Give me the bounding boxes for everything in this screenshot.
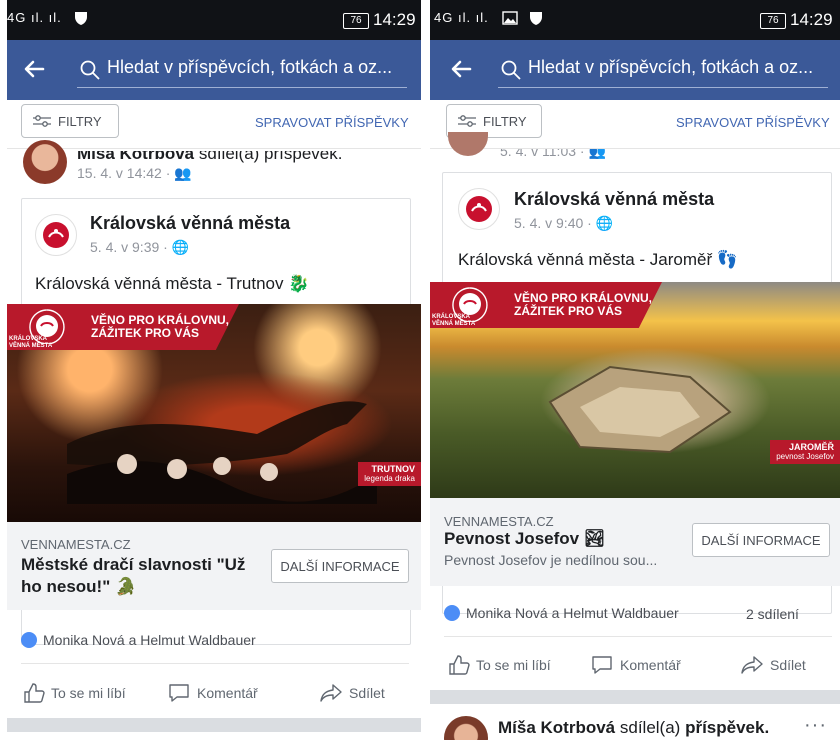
back-arrow-icon[interactable] [21, 56, 47, 82]
sliders-icon [458, 115, 476, 127]
dragon-emoji-icon: 🐊 [115, 577, 137, 596]
brand-label: KRÁLOVSKÁ VĚNNÁ MĚSTA [9, 336, 53, 349]
link-domain: VENNAMESTA.CZ [444, 514, 554, 529]
promo-banner: KRÁLOVSKÁ VĚNNÁ MĚSTA VĚNO PRO KRÁLOVNU, Z… [7, 304, 239, 350]
like-badge-icon [444, 605, 460, 621]
divider [21, 663, 409, 664]
sliders-icon [33, 115, 51, 127]
divider [444, 636, 832, 637]
banner-tagline: VĚNO PRO KRÁLOVNU, ZÁŽITEK PRO VÁS [91, 313, 230, 340]
globe-icon: 🌐 [595, 215, 614, 231]
search-header: Hledat v příspěvcích, fotkách a oz... [7, 40, 421, 100]
clock: 14:29 [373, 10, 416, 29]
post-meta: 5. 4. v 9:40 · 🌐 [514, 215, 614, 231]
post-text: Královská věnná města - Trutnov 🐉 [35, 274, 310, 293]
network-indicator: 4G ıl. ıl. [7, 10, 62, 25]
comment-button[interactable]: Komentář [590, 654, 681, 676]
left-phone-screen: 4G ıl. ıl. 76 14:29 Hledat v příspěvcích… [7, 0, 421, 740]
search-icon [501, 60, 521, 80]
fortress-figure-icon [548, 365, 732, 454]
search-icon [80, 60, 100, 80]
location-tag: TRUTNOV legenda draka [358, 462, 421, 486]
sharer-meta: 15. 4. v 14:42 · 👥 [77, 165, 192, 181]
sharer-avatar[interactable] [448, 132, 488, 156]
dragon-figure-icon [67, 401, 377, 504]
comment-icon [592, 656, 612, 674]
like-button[interactable]: To se mi líbí [448, 654, 551, 676]
thumbs-up-icon [24, 683, 45, 703]
right-phone-screen: 4G ıl. ıl. 76 14:29 Hledat v příspěvcích… [430, 0, 840, 740]
back-arrow-icon[interactable] [448, 56, 474, 82]
search-input[interactable]: Hledat v příspěvcích, fotkách a oz... [107, 57, 407, 78]
gallery-icon [502, 10, 518, 30]
crown-logo-icon [43, 222, 69, 248]
promo-banner: KRÁLOVSKÁ VĚNNÁ MĚSTA VĚNO PRO KRÁLOVNU, Z… [430, 282, 662, 328]
page-name[interactable]: Královská věnná města [90, 213, 290, 234]
status-bar: 4G ıl. ıl. 76 14:29 [7, 0, 421, 40]
post-text: Královská věnná města - Jaroměř 👣 [458, 250, 739, 269]
battery-indicator: 76 [760, 13, 786, 29]
link-title[interactable]: Městské dračí slavnosti "Už ho nesou!" 🐊 [21, 554, 261, 598]
search-underline [77, 87, 407, 88]
share-arrow-icon [320, 684, 342, 702]
filter-label: FILTRY [483, 113, 527, 129]
feed-separator [430, 690, 840, 704]
comment-button[interactable]: Komentář [167, 682, 258, 704]
share-button[interactable]: Sdílet [319, 682, 385, 704]
banner-tagline: VĚNO PRO KRÁLOVNU, ZÁŽITEK PRO VÁS [514, 291, 653, 318]
share-count[interactable]: 2 sdílení [746, 606, 799, 622]
page-name[interactable]: Královská věnná města [514, 189, 714, 210]
link-title[interactable]: Pevnost Josefov 🏞 [444, 528, 605, 550]
reactions-row[interactable]: Monika Nová a Helmut Waldbauer [444, 605, 679, 621]
search-header: Hledat v příspěvcích, fotkách a oz... [430, 40, 840, 100]
next-sharer-line: Míša Kotrbová sdílel(a) příspěvek. [498, 718, 770, 737]
feed-separator [7, 718, 421, 732]
status-bar: 4G ıl. ıl. 76 14:29 [430, 0, 840, 40]
shield-icon [528, 10, 544, 30]
search-input[interactable]: Hledat v příspěvcích, fotkách a oz... [528, 57, 828, 78]
thumbs-up-icon [449, 655, 470, 675]
footprints-emoji-icon: 👣 [716, 250, 739, 269]
next-sharer-avatar[interactable] [444, 716, 488, 740]
share-arrow-icon [741, 656, 763, 674]
friends-icon: 👥 [174, 165, 192, 181]
like-button[interactable]: To se mi líbí [23, 682, 126, 704]
network-indicator: 4G ıl. ıl. [434, 10, 489, 25]
globe-icon: 🌐 [171, 239, 190, 255]
filter-button[interactable]: FILTRY [21, 104, 119, 138]
post-meta: 5. 4. v 9:39 · 🌐 [90, 239, 190, 255]
filter-bar: FILTRY SPRAVOVAT PŘÍSPĚVKY [430, 100, 840, 149]
page-logo[interactable] [458, 188, 500, 230]
search-underline [498, 87, 828, 88]
clock: 14:29 [790, 10, 833, 29]
shield-icon [73, 10, 89, 30]
location-tag: JAROMĚŘ pevnost Josefov [770, 440, 840, 464]
more-info-button[interactable]: DALŠÍ INFORMACE [271, 549, 409, 583]
more-info-button[interactable]: DALŠÍ INFORMACE [692, 523, 830, 557]
like-badge-icon [21, 632, 37, 648]
post-photo[interactable]: KRÁLOVSKÁ VĚNNÁ MĚSTA VĚNO PRO KRÁLOVNU, Z… [430, 282, 840, 498]
post-photo[interactable]: KRÁLOVSKÁ VĚNNÁ MĚSTA VĚNO PRO KRÁLOVNU, Z… [7, 304, 421, 522]
link-description: Pevnost Josefov je nedílnou sou... [444, 552, 658, 568]
share-button[interactable]: Sdílet [740, 654, 806, 676]
battery-indicator: 76 [343, 13, 369, 29]
manage-posts-link[interactable]: SPRAVOVAT PŘÍSPĚVKY [676, 115, 830, 130]
link-domain: VENNAMESTA.CZ [21, 537, 131, 552]
landscape-emoji-icon: 🏞 [583, 529, 606, 548]
reactions-row[interactable]: Monika Nová a Helmut Waldbauer [21, 632, 256, 648]
manage-posts-link[interactable]: SPRAVOVAT PŘÍSPĚVKY [255, 115, 409, 130]
filter-bar: FILTRY SPRAVOVAT PŘÍSPĚVKY [7, 100, 421, 149]
page-logo[interactable] [35, 214, 77, 256]
more-options-icon[interactable]: ··· [804, 714, 827, 737]
dragon-emoji-icon: 🐉 [288, 274, 310, 293]
comment-icon [169, 684, 189, 702]
brand-label: KRÁLOVSKÁ VĚNNÁ MĚSTA [432, 314, 476, 327]
sharer-avatar[interactable] [23, 140, 67, 184]
next-sharer-name[interactable]: Míša Kotrbová [498, 718, 615, 737]
crown-logo-icon [466, 196, 492, 222]
filter-label: FILTRY [58, 113, 102, 129]
